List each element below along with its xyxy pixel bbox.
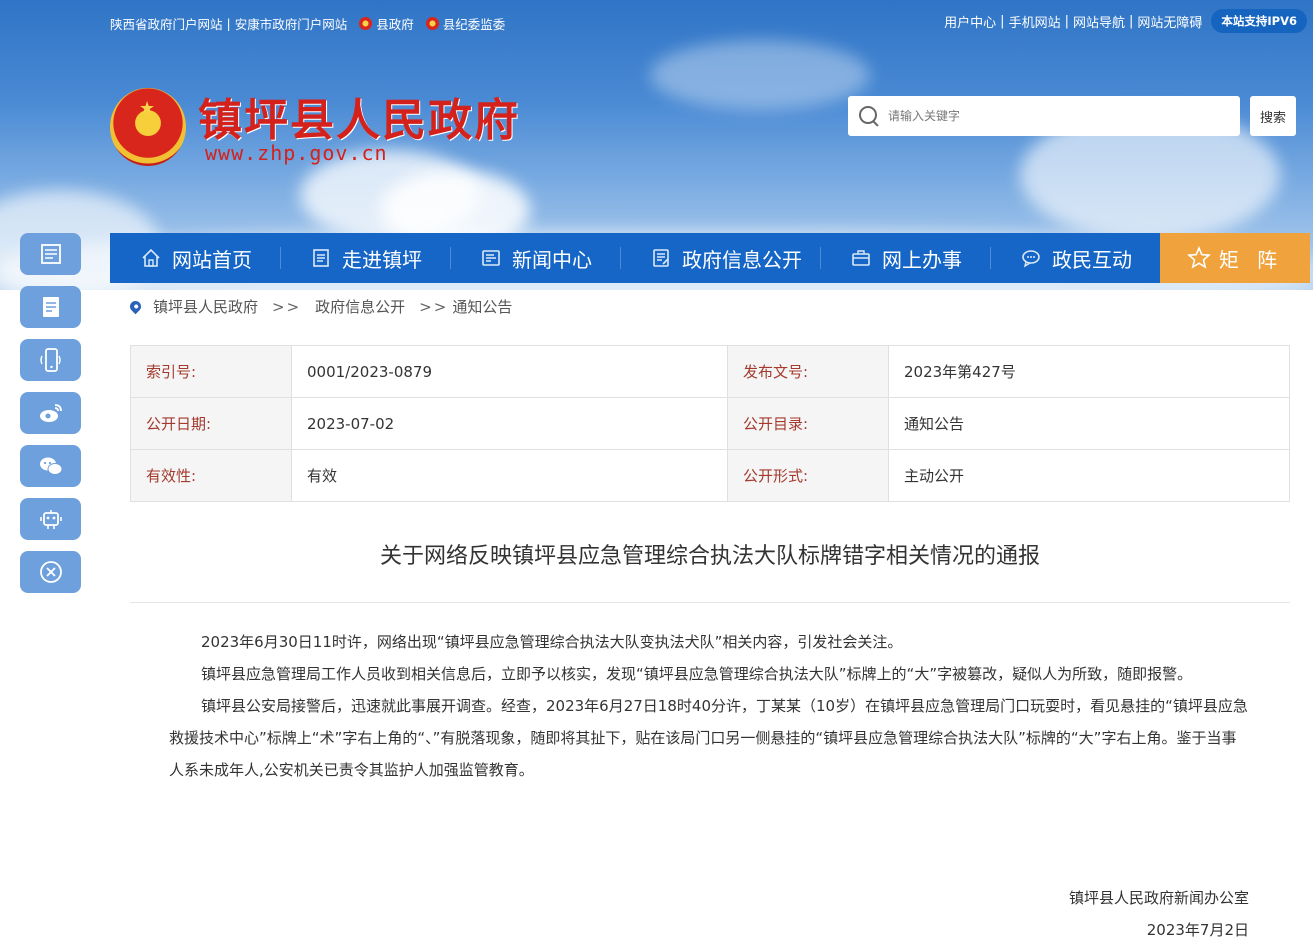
table-row: 索引号: 0001/2023-0879 发布文号: 2023年第427号 bbox=[130, 345, 1290, 398]
main-nav: 网站首页 走进镇坪 新闻中心 政府信息公开 网上办事 政民互动 矩 阵 bbox=[110, 233, 1310, 283]
search-box bbox=[848, 96, 1240, 136]
edit-doc-icon bbox=[42, 297, 59, 317]
document-info-table: 索引号: 0001/2023-0879 发布文号: 2023年第427号 公开日… bbox=[130, 345, 1290, 502]
docno-label: 发布文号: bbox=[727, 345, 889, 398]
breadcrumb-separator: >> bbox=[419, 297, 449, 316]
side-close-button[interactable] bbox=[20, 551, 81, 593]
site-url: www.zhp.gov.cn bbox=[205, 141, 388, 165]
article-date: 2023年7月2日 bbox=[1146, 921, 1249, 939]
article-paragraph: 2023年6月30日11时许，网络出现“镇坪县应急管理综合执法大队变执法犬队”相… bbox=[201, 633, 903, 651]
breadcrumb-notices[interactable]: 通知公告 bbox=[452, 296, 512, 317]
breadcrumb: 镇坪县人民政府 >> 政府信息公开 >> 通知公告 bbox=[127, 296, 512, 317]
breadcrumb-gov-info[interactable]: 政府信息公开 bbox=[315, 296, 405, 317]
close-icon bbox=[39, 561, 62, 583]
wechat-icon bbox=[39, 457, 62, 475]
validity-value: 有效 bbox=[291, 449, 728, 502]
breadcrumb-separator: >> bbox=[272, 297, 302, 316]
nav-label: 网上办事 bbox=[882, 247, 962, 272]
ipv6-badge: 本站支持IPV6 bbox=[1211, 9, 1307, 33]
nav-item-home[interactable]: 网站首页 bbox=[140, 233, 252, 283]
article-body: 2023年6月30日11时许，网络出现“镇坪县应急管理综合执法大队变执法犬队”相… bbox=[169, 626, 1249, 786]
news-list-icon bbox=[40, 244, 61, 264]
emblem-icon bbox=[359, 17, 373, 30]
nav-label: 矩 阵 bbox=[1218, 247, 1284, 272]
breadcrumb-home[interactable]: 镇坪县人民政府 bbox=[153, 296, 258, 317]
notebook-icon bbox=[650, 247, 672, 269]
catalog-label: 公开目录: bbox=[727, 397, 889, 450]
form-value: 主动公开 bbox=[888, 449, 1290, 502]
mobile-icon bbox=[39, 348, 61, 372]
top-links-left: 陕西省政府门户网站 | 安康市政府门户网站 县政府 县纪委监委 bbox=[110, 14, 506, 33]
home-icon bbox=[140, 247, 162, 269]
side-toolbar bbox=[20, 233, 81, 604]
robot-icon bbox=[39, 510, 62, 529]
top-bar: 陕西省政府门户网站 | 安康市政府门户网站 县政府 县纪委监委 用户中心 | 手机… bbox=[110, 9, 1307, 33]
link-discipline-commission[interactable]: 县纪委监委 bbox=[443, 14, 506, 33]
nav-item-news[interactable]: 新闻中心 bbox=[480, 233, 592, 283]
nav-item-matrix[interactable]: 矩 阵 bbox=[1160, 233, 1310, 283]
link-shaanxi-gov[interactable]: 陕西省政府门户网站 bbox=[110, 14, 223, 33]
docno-value: 2023年第427号 bbox=[888, 345, 1290, 398]
document-icon bbox=[310, 247, 332, 269]
nav-label: 走进镇坪 bbox=[342, 247, 422, 272]
side-weibo-button[interactable] bbox=[20, 392, 81, 434]
index-value: 0001/2023-0879 bbox=[291, 345, 728, 398]
emblem-icon bbox=[425, 17, 439, 30]
article-paragraph: 镇坪县应急管理局工作人员收到相关信息后，立即予以核实，发现“镇坪县应急管理综合执… bbox=[201, 665, 1193, 683]
side-news-button[interactable] bbox=[20, 233, 81, 275]
location-pin-icon bbox=[127, 298, 144, 315]
search-icon bbox=[858, 105, 880, 127]
link-mobile-site[interactable]: 手机网站 bbox=[1009, 12, 1061, 31]
top-links-right: 用户中心 | 手机网站 | 网站导航 | 网站无障碍 本站支持IPV6 bbox=[944, 9, 1307, 33]
weibo-icon bbox=[39, 404, 62, 422]
divider bbox=[130, 602, 1290, 603]
table-row: 有效性: 有效 公开形式: 主动公开 bbox=[130, 449, 1290, 502]
article-signature-block: 镇坪县人民政府新闻办公室 2023年7月2日 bbox=[1069, 882, 1249, 940]
nav-label: 政民互动 bbox=[1052, 247, 1132, 272]
form-label: 公开形式: bbox=[727, 449, 889, 502]
side-wechat-button[interactable] bbox=[20, 445, 81, 487]
nav-item-gov-info[interactable]: 政府信息公开 bbox=[650, 233, 802, 283]
nav-label: 政府信息公开 bbox=[682, 247, 802, 272]
search-input[interactable] bbox=[888, 109, 1228, 123]
search-button[interactable]: 搜索 bbox=[1250, 96, 1296, 136]
nav-item-interaction[interactable]: 政民互动 bbox=[1020, 233, 1132, 283]
link-user-center[interactable]: 用户中心 bbox=[944, 12, 996, 31]
site-title[interactable]: 镇坪县人民政府 bbox=[198, 84, 520, 148]
date-label: 公开日期: bbox=[130, 397, 292, 450]
nav-label: 新闻中心 bbox=[512, 247, 592, 272]
date-value: 2023-07-02 bbox=[291, 397, 728, 450]
catalog-value: 通知公告 bbox=[888, 397, 1290, 450]
link-site-nav[interactable]: 网站导航 bbox=[1073, 12, 1125, 31]
link-accessibility[interactable]: 网站无障碍 bbox=[1137, 12, 1202, 31]
article-paragraph: 镇坪县公安局接警后，迅速就此事展开调查。经查，2023年6月27日18时40分许… bbox=[169, 697, 1248, 779]
validity-label: 有效性: bbox=[130, 449, 292, 502]
side-robot-button[interactable] bbox=[20, 498, 81, 540]
nav-label: 网站首页 bbox=[172, 247, 252, 272]
link-county-gov[interactable]: 县政府 bbox=[376, 14, 414, 33]
nav-item-online-service[interactable]: 网上办事 bbox=[850, 233, 962, 283]
news-icon bbox=[480, 247, 502, 269]
briefcase-icon bbox=[850, 247, 872, 269]
side-mobile-button[interactable] bbox=[20, 339, 81, 381]
chat-icon bbox=[1020, 247, 1042, 269]
nav-item-about[interactable]: 走进镇坪 bbox=[310, 233, 422, 283]
side-edit-button[interactable] bbox=[20, 286, 81, 328]
table-row: 公开日期: 2023-07-02 公开目录: 通知公告 bbox=[130, 397, 1290, 450]
article-title: 关于网络反映镇坪县应急管理综合执法大队标牌错字相关情况的通报 bbox=[379, 544, 1040, 569]
article-signature: 镇坪县人民政府新闻办公室 bbox=[1068, 889, 1249, 907]
star-icon bbox=[1186, 245, 1211, 270]
link-ankang-gov[interactable]: 安康市政府门户网站 bbox=[235, 14, 348, 33]
index-label: 索引号: bbox=[130, 345, 292, 398]
national-emblem-logo[interactable]: ★ bbox=[110, 88, 186, 166]
